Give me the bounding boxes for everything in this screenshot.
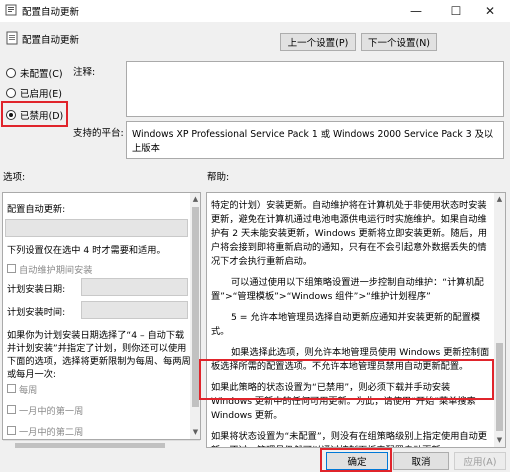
setting-page-icon — [6, 31, 18, 45]
radio-not-configured[interactable]: 未配置(C) — [6, 66, 63, 80]
help-section-label: 帮助: — [207, 172, 230, 183]
maintenance-install-label: 自动维护期间安装 — [19, 265, 93, 276]
apply-button[interactable]: 应用(A) — [454, 452, 506, 470]
scroll-up-arrow-icon[interactable]: ▲ — [494, 195, 505, 203]
weekly-checkbox[interactable] — [7, 384, 16, 393]
radio-label: 已启用(E) — [20, 89, 62, 100]
install-time-dropdown[interactable] — [81, 301, 188, 319]
comment-textarea[interactable] — [126, 61, 504, 117]
scroll-down-arrow-icon[interactable]: ▼ — [190, 428, 200, 436]
scroll-up-arrow-icon[interactable]: ▲ — [190, 195, 200, 203]
schedule-para-line-4: 或每月一次: — [7, 369, 57, 380]
help-paragraph-1: 特定的计划）安装更新。自动维护将在计算机处于非使用状态时安装更新，避免在计算机通… — [211, 200, 488, 267]
install-note: 下列设置仅在选中 4 时才需要和适用。 — [7, 245, 166, 256]
configure-updates-label: 配置自动更新: — [7, 204, 66, 215]
horizontal-scroll-thumb[interactable] — [15, 443, 165, 448]
radio-label: 未配置(C) — [20, 69, 63, 80]
radio-circle — [6, 88, 16, 98]
options-panel: 配置自动更新: 下列设置仅在选中 4 时才需要和适用。 自动维护期间安装 计划安… — [2, 192, 201, 440]
highlight-disabled-help — [199, 359, 494, 400]
help-paragraph-3: 5 = 允许本地管理员选择自动更新应通知并安装更新的配置模式。 — [211, 312, 481, 337]
schedule-para-line-1: 如果你为计划安装日期选择了“4 – 自动下载 — [7, 330, 185, 341]
previous-setting-button[interactable]: 上一个设置(P) — [280, 33, 356, 51]
close-button[interactable]: ✕ — [470, 0, 510, 22]
install-day-dropdown[interactable] — [81, 278, 188, 296]
radio-circle — [6, 110, 16, 120]
minimize-button[interactable]: — — [396, 0, 436, 22]
options-section-label: 选项: — [3, 172, 26, 183]
first-week-label: 一月中的第一周 — [19, 406, 84, 417]
policy-app-icon — [5, 4, 17, 16]
radio-circle — [6, 68, 16, 78]
comment-label: 注释: — [73, 67, 96, 78]
scroll-thumb[interactable] — [192, 207, 199, 407]
scroll-down-arrow-icon[interactable]: ▼ — [494, 436, 505, 444]
radio-disabled[interactable]: 已禁用(D) — [6, 108, 63, 122]
radio-label: 已禁用(D) — [20, 111, 64, 122]
setting-title: 配置自动更新 — [22, 35, 80, 46]
cancel-button[interactable]: 取消 — [393, 452, 449, 470]
help-paragraph-2: 可以通过使用以下组策略设置进一步控制自动维护：“计算机配置”>“管理模板”>“W… — [211, 277, 484, 302]
ok-button[interactable]: 确定 — [326, 452, 388, 470]
install-day-label: 计划安装日期: — [7, 284, 66, 295]
window-title: 配置自动更新 — [22, 7, 80, 18]
weekly-label: 每周 — [19, 385, 38, 396]
help-panel: 特定的计划）安装更新。自动维护将在计算机处于非使用状态时安装更新，避免在计算机通… — [206, 192, 506, 448]
help-vertical-scrollbar[interactable]: ▲ ▼ — [494, 193, 505, 447]
supported-on-label: 支持的平台: — [73, 128, 124, 139]
supported-on-field: Windows XP Professional Service Pack 1 或… — [126, 121, 504, 159]
scroll-thumb[interactable] — [496, 343, 503, 431]
schedule-para-line-2: 并计划安装”并指定了计划，则你还可以使用 — [7, 343, 187, 354]
supported-on-value: Windows XP Professional Service Pack 1 或… — [132, 129, 494, 154]
next-setting-button[interactable]: 下一个设置(N) — [361, 33, 437, 51]
second-week-label: 一月中的第二周 — [19, 427, 84, 438]
schedule-para-line-3: 下面的选项，选择将更新限制为每周、每两周 — [7, 356, 191, 367]
first-week-checkbox[interactable] — [7, 405, 16, 414]
options-horizontal-scrollbar[interactable] — [3, 440, 200, 450]
configure-updates-dropdown[interactable] — [5, 219, 188, 237]
install-time-label: 计划安装时间: — [7, 307, 66, 318]
maintenance-install-checkbox[interactable] — [7, 264, 16, 273]
help-paragraph-not-configured: 如果将状态设置为“未配置”，则没有在组策略级别上指定使用自动更新。不过，管理员仍… — [211, 431, 487, 447]
options-vertical-scrollbar[interactable]: ▲ ▼ — [190, 193, 200, 439]
second-week-checkbox[interactable] — [7, 426, 16, 435]
radio-enabled[interactable]: 已启用(E) — [6, 86, 62, 100]
